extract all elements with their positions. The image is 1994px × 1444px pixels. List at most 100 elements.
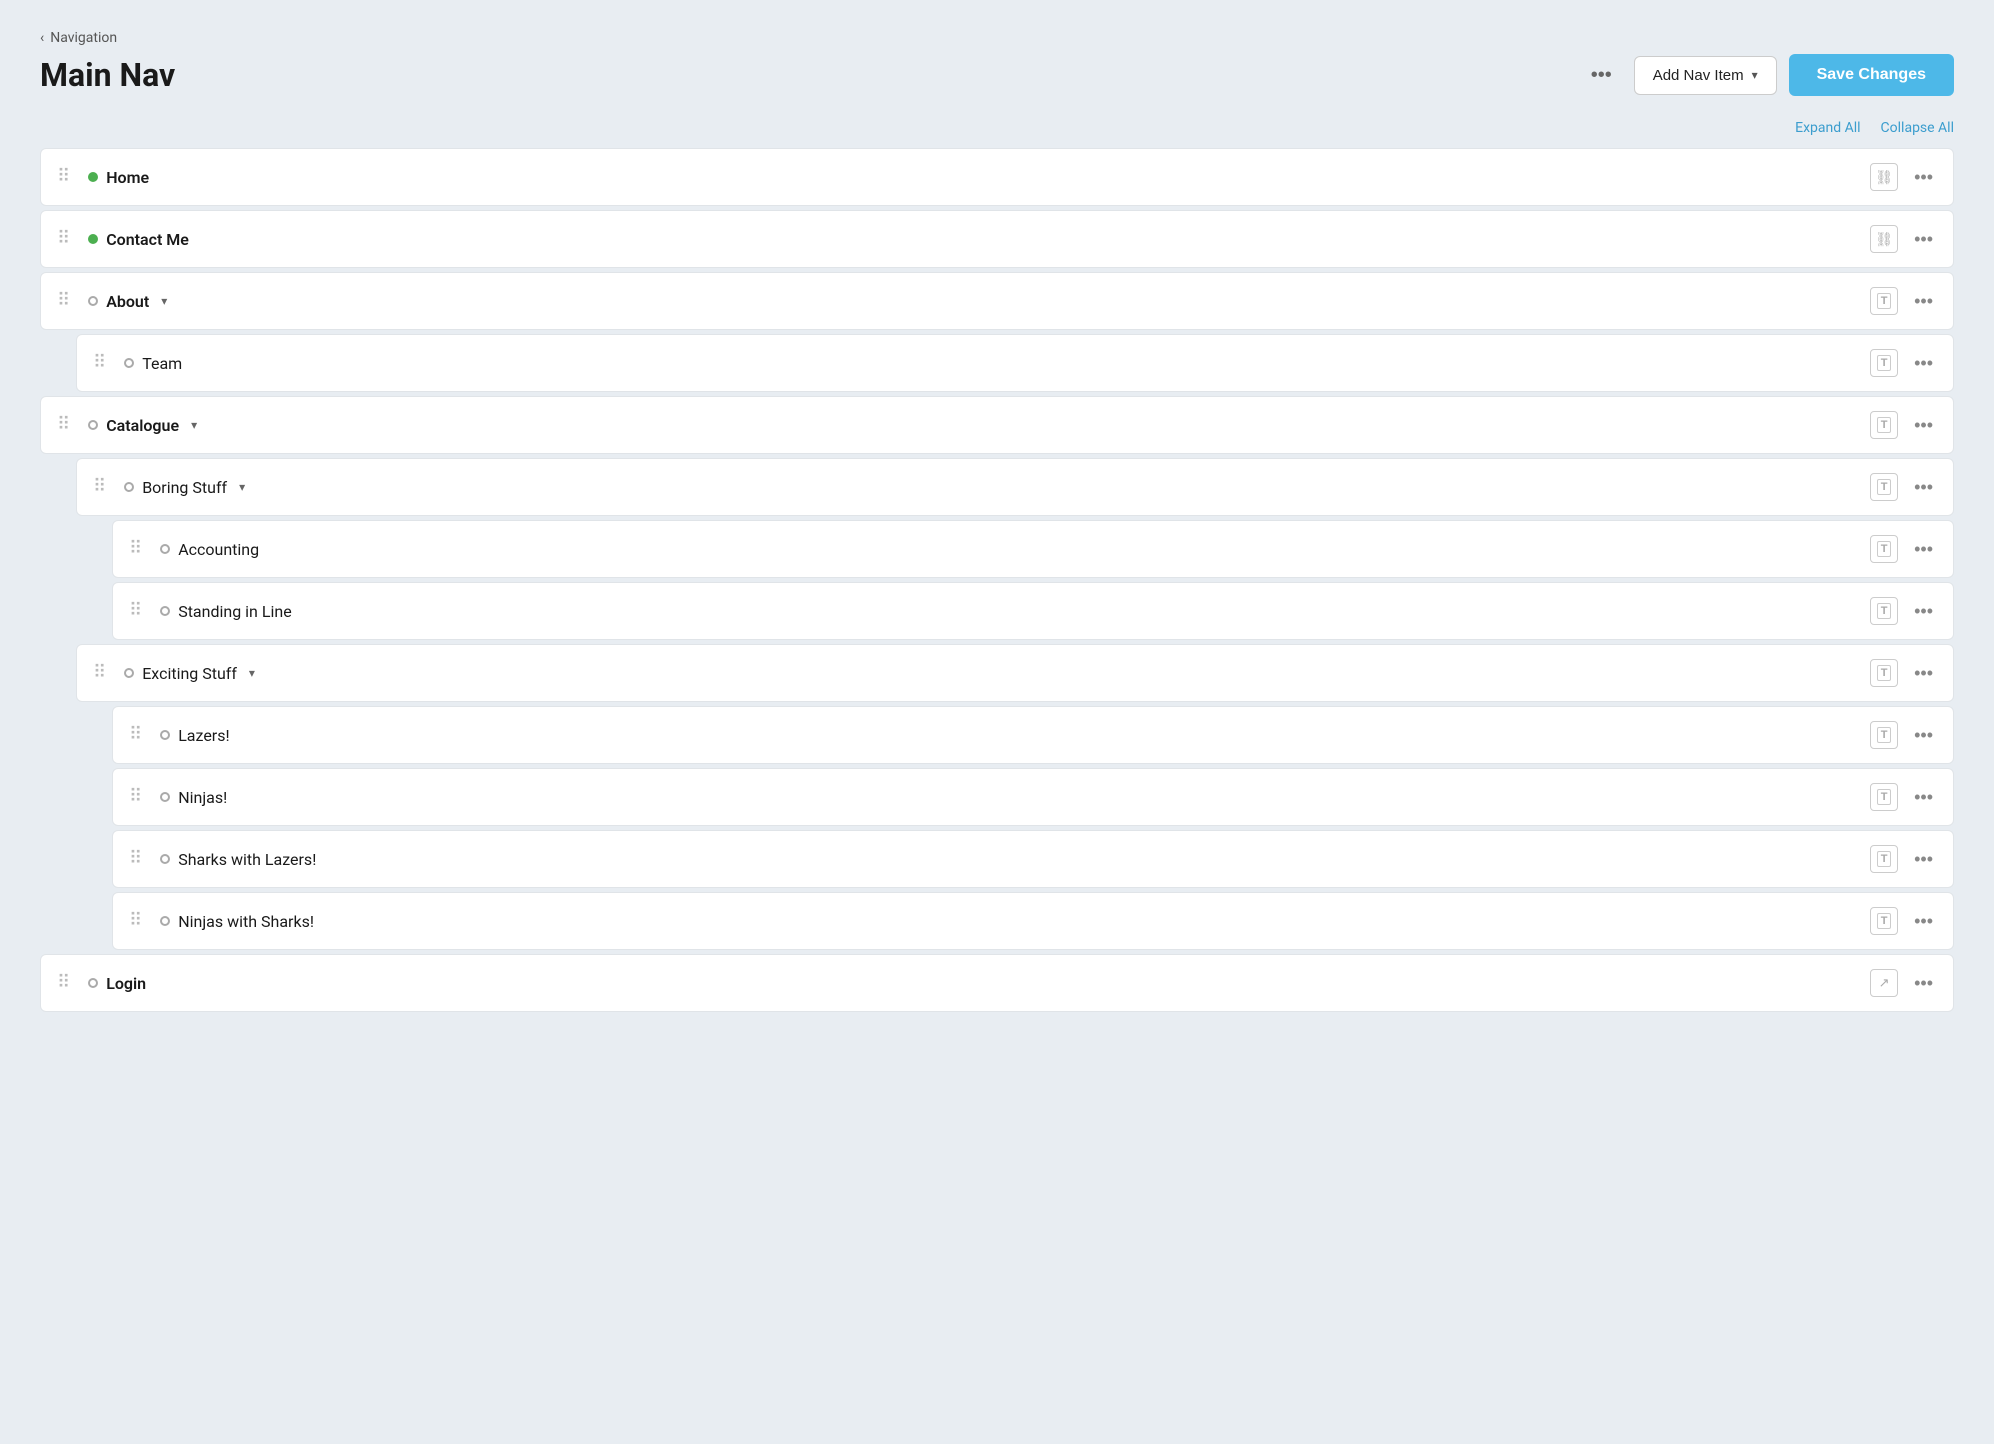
item-more-button-contact-me[interactable]: ••• (1908, 227, 1939, 252)
item-type-icon-contact-me[interactable]: ⛓ (1870, 225, 1898, 253)
nav-item-wrapper-login: ⠿ Login ↗ ••• (40, 954, 1954, 1012)
item-actions-sharks-with-lazers: T ••• (1870, 845, 1939, 873)
item-type-icon-home[interactable]: ⛓ (1870, 163, 1898, 191)
back-link[interactable]: ‹ Navigation (40, 30, 1954, 46)
status-dot-about (88, 296, 98, 306)
text-icon: T (1877, 727, 1892, 743)
item-more-button-accounting[interactable]: ••• (1908, 537, 1939, 562)
drag-handle-ninjas-with-sharks[interactable]: ⠿ (123, 908, 148, 934)
item-label-catalogue: Catalogue (106, 416, 179, 435)
item-type-icon-catalogue[interactable]: T (1870, 411, 1898, 439)
expand-all-link[interactable]: Expand All (1795, 120, 1860, 136)
expand-chevron-exciting-stuff[interactable]: ▾ (249, 666, 255, 680)
item-type-icon-standing-in-line[interactable]: T (1870, 597, 1898, 625)
item-actions-about: T ••• (1870, 287, 1939, 315)
item-more-button-ninjas[interactable]: ••• (1908, 785, 1939, 810)
item-content-accounting: Accounting (160, 540, 1870, 559)
nav-item-wrapper-exciting-stuff: ⠿Exciting Stuff▾T••• (40, 644, 1954, 702)
item-more-button-exciting-stuff[interactable]: ••• (1908, 661, 1939, 686)
status-dot-catalogue (88, 420, 98, 430)
drag-handle-lazers[interactable]: ⠿ (123, 722, 148, 748)
item-actions-ninjas: T ••• (1870, 783, 1939, 811)
drag-handle-contact-me[interactable]: ⠿ (51, 226, 76, 252)
item-type-icon-sharks-with-lazers[interactable]: T (1870, 845, 1898, 873)
item-type-icon-about[interactable]: T (1870, 287, 1898, 315)
item-actions-ninjas-with-sharks: T ••• (1870, 907, 1939, 935)
nav-item-wrapper-home: ⠿ Home ⛓ ••• (40, 148, 1954, 206)
nav-item-wrapper-about: ⠿About▾T••• (40, 272, 1954, 330)
item-label-team: Team (142, 354, 182, 373)
nav-item-boring-stuff: ⠿Boring Stuff▾T••• (76, 458, 1954, 516)
expand-chevron-boring-stuff[interactable]: ▾ (239, 480, 245, 494)
expand-chevron-about[interactable]: ▾ (161, 294, 167, 308)
save-changes-button[interactable]: Save Changes (1789, 54, 1954, 96)
collapse-all-link[interactable]: Collapse All (1881, 120, 1954, 136)
item-content-contact-me: Contact Me (88, 230, 1870, 249)
text-icon: T (1877, 417, 1892, 433)
add-nav-item-button[interactable]: Add Nav Item ▾ (1634, 56, 1777, 95)
expand-chevron-catalogue[interactable]: ▾ (191, 418, 197, 432)
item-more-button-sharks-with-lazers[interactable]: ••• (1908, 847, 1939, 872)
item-type-icon-lazers[interactable]: T (1870, 721, 1898, 749)
drag-handle-standing-in-line[interactable]: ⠿ (123, 598, 148, 624)
item-more-button-team[interactable]: ••• (1908, 351, 1939, 376)
link-icon: ⛓ (1875, 169, 1893, 186)
drag-handle-sharks-with-lazers[interactable]: ⠿ (123, 846, 148, 872)
item-label-contact-me: Contact Me (106, 230, 189, 249)
item-actions-accounting: T ••• (1870, 535, 1939, 563)
item-content-ninjas-with-sharks: Ninjas with Sharks! (160, 912, 1870, 931)
item-label-login: Login (106, 974, 146, 993)
item-more-button-boring-stuff[interactable]: ••• (1908, 475, 1939, 500)
nav-list: ⠿Home⛓•••⠿Contact Me⛓•••⠿About▾T•••⠿Team… (40, 148, 1954, 1012)
nav-item-wrapper-team: ⠿ Team T ••• (40, 334, 1954, 392)
item-label-ninjas-with-sharks: Ninjas with Sharks! (178, 912, 314, 931)
header-more-button[interactable]: ••• (1581, 58, 1622, 93)
item-actions-catalogue: T ••• (1870, 411, 1939, 439)
page-title: Main Nav (40, 56, 175, 94)
nav-item-wrapper-contact-me: ⠿ Contact Me ⛓ ••• (40, 210, 1954, 268)
item-type-icon-ninjas[interactable]: T (1870, 783, 1898, 811)
drag-handle-exciting-stuff[interactable]: ⠿ (87, 660, 112, 686)
item-content-ninjas: Ninjas! (160, 788, 1870, 807)
drag-handle-team[interactable]: ⠿ (87, 350, 112, 376)
item-actions-team: T ••• (1870, 349, 1939, 377)
text-icon: T (1877, 293, 1892, 309)
drag-handle-boring-stuff[interactable]: ⠿ (87, 474, 112, 500)
expand-controls: Expand All Collapse All (40, 120, 1954, 136)
item-actions-boring-stuff: T ••• (1870, 473, 1939, 501)
item-type-icon-login[interactable]: ↗ (1870, 969, 1898, 997)
item-more-button-about[interactable]: ••• (1908, 289, 1939, 314)
item-more-button-ninjas-with-sharks[interactable]: ••• (1908, 909, 1939, 934)
nav-item-team: ⠿ Team T ••• (76, 334, 1954, 392)
nav-item-wrapper-ninjas-with-sharks: ⠿ Ninjas with Sharks! T ••• (40, 892, 1954, 950)
drag-handle-about[interactable]: ⠿ (51, 288, 76, 314)
text-icon: T (1877, 665, 1892, 681)
item-type-icon-exciting-stuff[interactable]: T (1870, 659, 1898, 687)
item-more-button-home[interactable]: ••• (1908, 165, 1939, 190)
item-more-button-standing-in-line[interactable]: ••• (1908, 599, 1939, 624)
drag-handle-accounting[interactable]: ⠿ (123, 536, 148, 562)
drag-handle-catalogue[interactable]: ⠿ (51, 412, 76, 438)
drag-handle-ninjas[interactable]: ⠿ (123, 784, 148, 810)
item-more-button-catalogue[interactable]: ••• (1908, 413, 1939, 438)
drag-handle-home[interactable]: ⠿ (51, 164, 76, 190)
item-label-home: Home (106, 168, 149, 187)
item-type-icon-team[interactable]: T (1870, 349, 1898, 377)
drag-dots-icon: ⠿ (57, 416, 70, 434)
item-type-icon-ninjas-with-sharks[interactable]: T (1870, 907, 1898, 935)
item-type-icon-accounting[interactable]: T (1870, 535, 1898, 563)
text-icon: T (1877, 541, 1892, 557)
item-more-button-lazers[interactable]: ••• (1908, 723, 1939, 748)
status-dot-ninjas (160, 792, 170, 802)
add-nav-label: Add Nav Item (1653, 67, 1744, 84)
text-icon: T (1877, 851, 1892, 867)
status-dot-contact-me (88, 234, 98, 244)
item-more-button-login[interactable]: ••• (1908, 971, 1939, 996)
status-dot-lazers (160, 730, 170, 740)
item-type-icon-boring-stuff[interactable]: T (1870, 473, 1898, 501)
drag-handle-login[interactable]: ⠿ (51, 970, 76, 996)
status-dot-home (88, 172, 98, 182)
status-dot-accounting (160, 544, 170, 554)
status-dot-boring-stuff (124, 482, 134, 492)
nav-item-wrapper-sharks-with-lazers: ⠿Sharks with Lazers!T••• (40, 830, 1954, 888)
